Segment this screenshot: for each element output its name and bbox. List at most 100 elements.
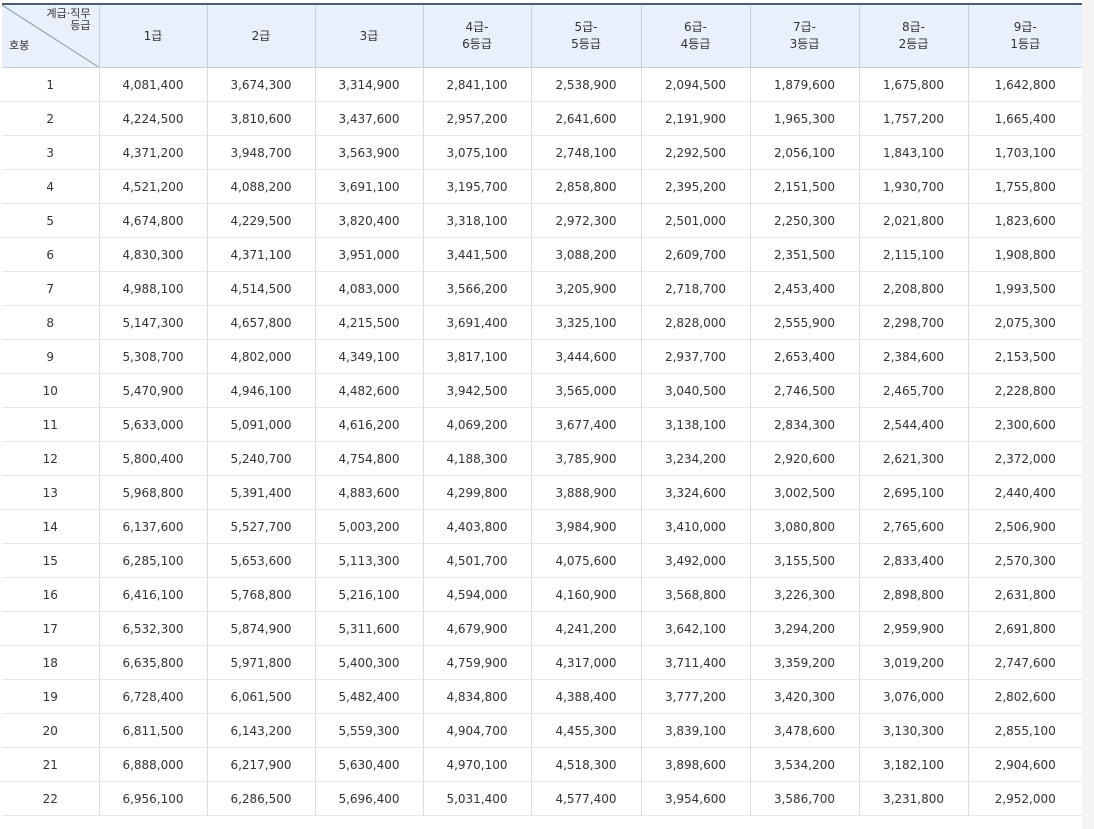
salary-cell: 2,440,400: [967, 475, 1082, 510]
step-cell: 3: [2, 135, 99, 170]
step-cell: 21: [2, 747, 99, 782]
salary-cell: 4,904,700: [422, 713, 531, 748]
salary-cell: 2,952,000: [967, 781, 1082, 816]
salary-cell: 2,453,400: [749, 271, 859, 306]
salary-cell: 1,757,200: [858, 101, 968, 136]
salary-cell: 6,137,600: [98, 509, 207, 544]
table-row: 22 6,956,100 6,286,500 5,696,400 5,031,400 4,…: [2, 781, 1082, 816]
table-row: 13 5,968,800 5,391,400 4,883,600 4,299,800 3,…: [2, 475, 1082, 510]
salary-cell: 3,888,900: [530, 475, 641, 510]
salary-cell: 2,898,800: [858, 577, 968, 612]
salary-cell: 4,371,200: [98, 135, 207, 170]
salary-cell: 4,241,200: [530, 611, 641, 646]
salary-cell: 3,691,400: [422, 305, 531, 340]
table-row: 17 6,532,300 5,874,900 5,311,600 4,679,900 4,…: [2, 611, 1082, 646]
grade-header-cell: 3급: [314, 3, 423, 68]
scrollbar-track[interactable]: [1082, 0, 1094, 829]
salary-cell: 2,351,500: [749, 237, 859, 272]
salary-cell: 4,754,800: [314, 441, 423, 476]
salary-cell: 1,703,100: [967, 135, 1082, 170]
salary-cell: 4,388,400: [530, 679, 641, 714]
salary-cell: 1,993,500: [967, 271, 1082, 306]
table-row: 9 5,308,700 4,802,000 4,349,100 3,817,100 3,4…: [2, 339, 1082, 374]
salary-cell: 4,088,200: [206, 169, 315, 204]
salary-cell: 3,642,100: [640, 611, 750, 646]
salary-cell: 2,959,900: [858, 611, 968, 646]
salary-cell: 6,956,100: [98, 781, 207, 816]
step-cell: 9: [2, 339, 99, 374]
salary-cell: 2,828,000: [640, 305, 750, 340]
salary-cell: 3,444,600: [530, 339, 641, 374]
salary-cell: 1,665,400: [967, 101, 1082, 136]
salary-cell: 4,224,500: [98, 101, 207, 136]
table-row: 5 4,674,800 4,229,500 3,820,400 3,318,100 2,9…: [2, 203, 1082, 238]
salary-cell: 3,318,100: [422, 203, 531, 238]
salary-cell: 5,968,800: [98, 475, 207, 510]
salary-cell: 3,040,500: [640, 373, 750, 408]
salary-cell: 4,883,600: [314, 475, 423, 510]
salary-cell: 2,506,900: [967, 509, 1082, 544]
grade-header-cell: 9급- 1등급: [967, 3, 1082, 68]
salary-cell: 2,858,800: [530, 169, 641, 204]
salary-cell: 3,817,100: [422, 339, 531, 374]
salary-cell: 2,904,600: [967, 747, 1082, 782]
corner-header-grade-line2: 등급: [70, 19, 91, 32]
salary-cell: 2,395,200: [640, 169, 750, 204]
grade-header-line1: 1급: [143, 28, 163, 43]
grade-header-line1: 3급: [359, 28, 379, 43]
grade-header-cell: 8급- 2등급: [858, 3, 968, 68]
table-row: 6 4,830,300 4,371,100 3,951,000 3,441,500 3,0…: [2, 237, 1082, 272]
grade-header-line2: 2등급: [898, 37, 929, 51]
salary-cell: 1,755,800: [967, 169, 1082, 204]
salary-cell: 2,920,600: [749, 441, 859, 476]
grade-header-line1: 7급-: [792, 20, 816, 34]
salary-cell: 2,094,500: [640, 67, 750, 102]
salary-cell: 5,147,300: [98, 305, 207, 340]
grade-header-line1: 6급-: [683, 20, 707, 34]
salary-cell: 2,292,500: [640, 135, 750, 170]
grade-header-line1: 8급-: [901, 20, 925, 34]
step-cell: 13: [2, 475, 99, 510]
salary-cell: 5,240,700: [206, 441, 315, 476]
grade-header-line2: 3등급: [789, 37, 820, 51]
salary-cell: 3,954,600: [640, 781, 750, 816]
salary-cell: 3,942,500: [422, 373, 531, 408]
salary-cell: 2,384,600: [858, 339, 968, 374]
salary-cell: 3,711,400: [640, 645, 750, 680]
salary-cell: 4,349,100: [314, 339, 423, 374]
salary-cell: 3,563,900: [314, 135, 423, 170]
salary-cell: 3,437,600: [314, 101, 423, 136]
salary-cell: 3,138,100: [640, 407, 750, 442]
salary-cell: 2,555,900: [749, 305, 859, 340]
grade-header-cell: 5급- 5등급: [530, 3, 641, 68]
step-cell: 15: [2, 543, 99, 578]
salary-cell: 3,420,300: [749, 679, 859, 714]
salary-cell: 4,371,100: [206, 237, 315, 272]
salary-cell: 5,482,400: [314, 679, 423, 714]
salary-cell: 6,286,500: [206, 781, 315, 816]
salary-cell: 3,410,000: [640, 509, 750, 544]
grade-header-cell: 6급- 4등급: [640, 3, 750, 68]
salary-cell: 3,195,700: [422, 169, 531, 204]
table-row: 3 4,371,200 3,948,700 3,563,900 3,075,100 2,7…: [2, 135, 1082, 170]
salary-cell: 3,478,600: [749, 713, 859, 748]
salary-cell: 4,577,400: [530, 781, 641, 816]
step-cell: 4: [2, 169, 99, 204]
salary-cell: 5,031,400: [422, 781, 531, 816]
salary-cell: 2,228,800: [967, 373, 1082, 408]
salary-cell: 2,075,300: [967, 305, 1082, 340]
salary-cell: 5,003,200: [314, 509, 423, 544]
table-row: 8 5,147,300 4,657,800 4,215,500 3,691,400 3,3…: [2, 305, 1082, 340]
salary-cell: 2,834,300: [749, 407, 859, 442]
salary-cell: 2,208,800: [858, 271, 968, 306]
salary-cell: 5,391,400: [206, 475, 315, 510]
salary-cell: 4,521,200: [98, 169, 207, 204]
salary-cell: 3,777,200: [640, 679, 750, 714]
salary-cell: 5,091,000: [206, 407, 315, 442]
step-cell: 12: [2, 441, 99, 476]
grade-header-line2: 6등급: [462, 37, 492, 51]
salary-cell: 2,621,300: [858, 441, 968, 476]
table-header: 계급·직무 등급 호봉 1급 2급 3급 4급- 6등급 5급- 5등급 6급- 4등급 7급- 3…: [2, 3, 1082, 68]
salary-cell: 4,083,000: [314, 271, 423, 306]
grade-header-line1: 5급-: [574, 20, 598, 34]
